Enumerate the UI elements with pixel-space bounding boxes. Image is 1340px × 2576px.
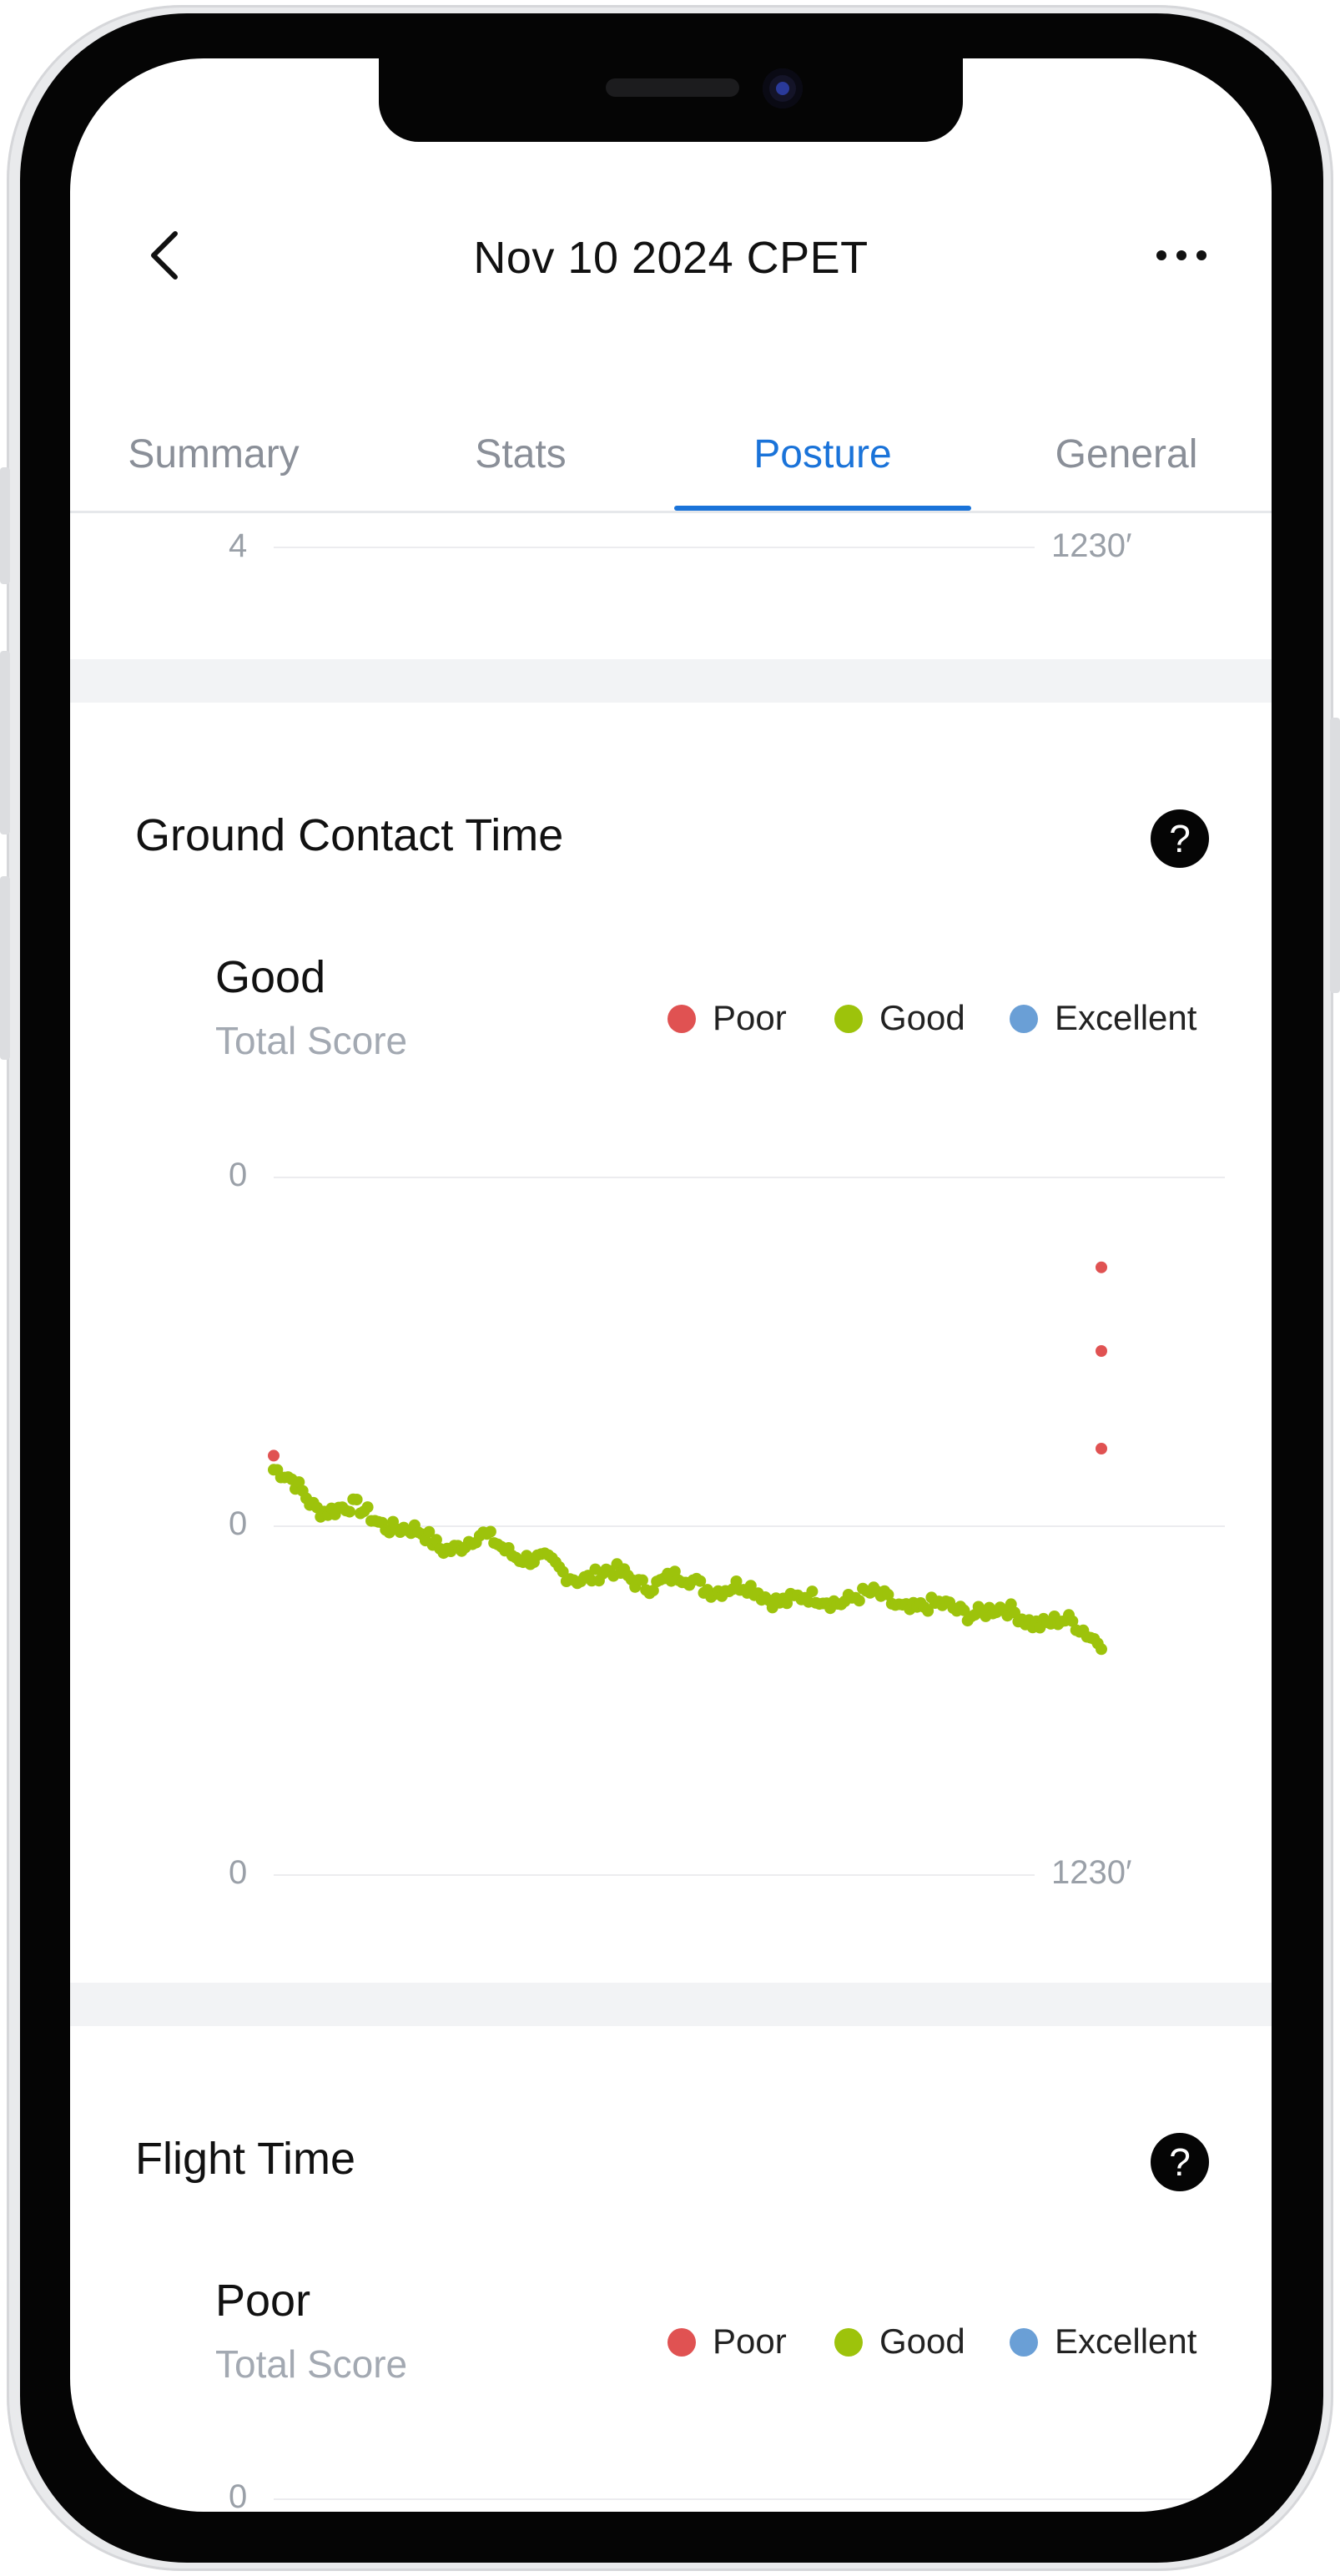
data-point-poor: [1096, 1443, 1107, 1454]
section-title-ground-contact-time: Ground Contact Time: [135, 810, 564, 860]
ground-contact-time-plot: [268, 1261, 1107, 1656]
legend-label: Good: [879, 2321, 965, 2361]
legend-dot-poor: [667, 1005, 696, 1033]
data-point-poor: [1096, 1345, 1107, 1357]
section-title-flight-time: Flight Time: [135, 2134, 356, 2184]
legend-dot-good: [834, 1005, 863, 1033]
data-point-good: [361, 1501, 374, 1514]
question-circle-icon[interactable]: ?: [1151, 2133, 1209, 2191]
more-horizontal-icon[interactable]: [1155, 249, 1208, 262]
active-tab-indicator: [674, 506, 971, 511]
legend-label: Good: [879, 998, 965, 1037]
gridline: [274, 547, 1035, 548]
legend-dot-good: [834, 2328, 863, 2357]
data-point-good: [806, 1585, 819, 1598]
data-point-good: [344, 1505, 355, 1518]
side-button-volume-down: [0, 876, 10, 1060]
side-button-power: [1330, 718, 1340, 993]
camera-icon: [763, 68, 803, 108]
data-point-good: [853, 1595, 865, 1607]
score-caption: Total Score: [215, 2342, 408, 2386]
legend-dot-excellent: [1010, 2328, 1038, 2357]
speaker-grille: [606, 78, 739, 97]
gridline: [274, 2498, 1225, 2500]
data-point-poor: [268, 1449, 280, 1462]
legend-label: Excellent: [1055, 998, 1197, 1037]
tab-general[interactable]: General: [976, 417, 1272, 511]
legend-label: Excellent: [1055, 2321, 1197, 2361]
legend-dot-poor: [667, 2328, 696, 2357]
x-axis-end-label: 1230′: [1051, 527, 1132, 564]
tab-posture[interactable]: Posture: [673, 417, 973, 511]
section-divider: [70, 659, 1272, 703]
tab-summary[interactable]: Summary: [70, 417, 364, 511]
app-screen: Nov 10 2024 CPET Summary Stats Posture G…: [70, 58, 1272, 2512]
data-point-poor: [1096, 1261, 1107, 1273]
tab-stats[interactable]: Stats: [370, 417, 671, 511]
score-label: Good: [215, 952, 326, 1002]
side-button-silent: [0, 467, 10, 584]
data-point-good: [484, 1525, 496, 1538]
score-caption: Total Score: [215, 1019, 408, 1062]
tab-bar: Summary Stats Posture General: [70, 417, 1272, 513]
data-point-good: [1096, 1643, 1107, 1656]
y-axis-tick: 4: [229, 527, 248, 564]
legend-label: Poor: [713, 2321, 787, 2361]
question-circle-icon[interactable]: ?: [1151, 809, 1209, 868]
gridline: [274, 1874, 1035, 1876]
side-button-volume-up: [0, 651, 10, 834]
score-label: Poor: [215, 2276, 311, 2326]
section-divider: [70, 1983, 1272, 2026]
page-title: Nov 10 2024 CPET: [473, 233, 869, 283]
legend-dot-excellent: [1010, 1005, 1038, 1033]
legend-label: Poor: [713, 998, 787, 1037]
nav-header: Nov 10 2024 CPET: [70, 200, 1272, 300]
y-axis-tick: 0: [229, 2478, 248, 2512]
device-notch: [379, 58, 963, 142]
data-point-good: [350, 1494, 363, 1505]
